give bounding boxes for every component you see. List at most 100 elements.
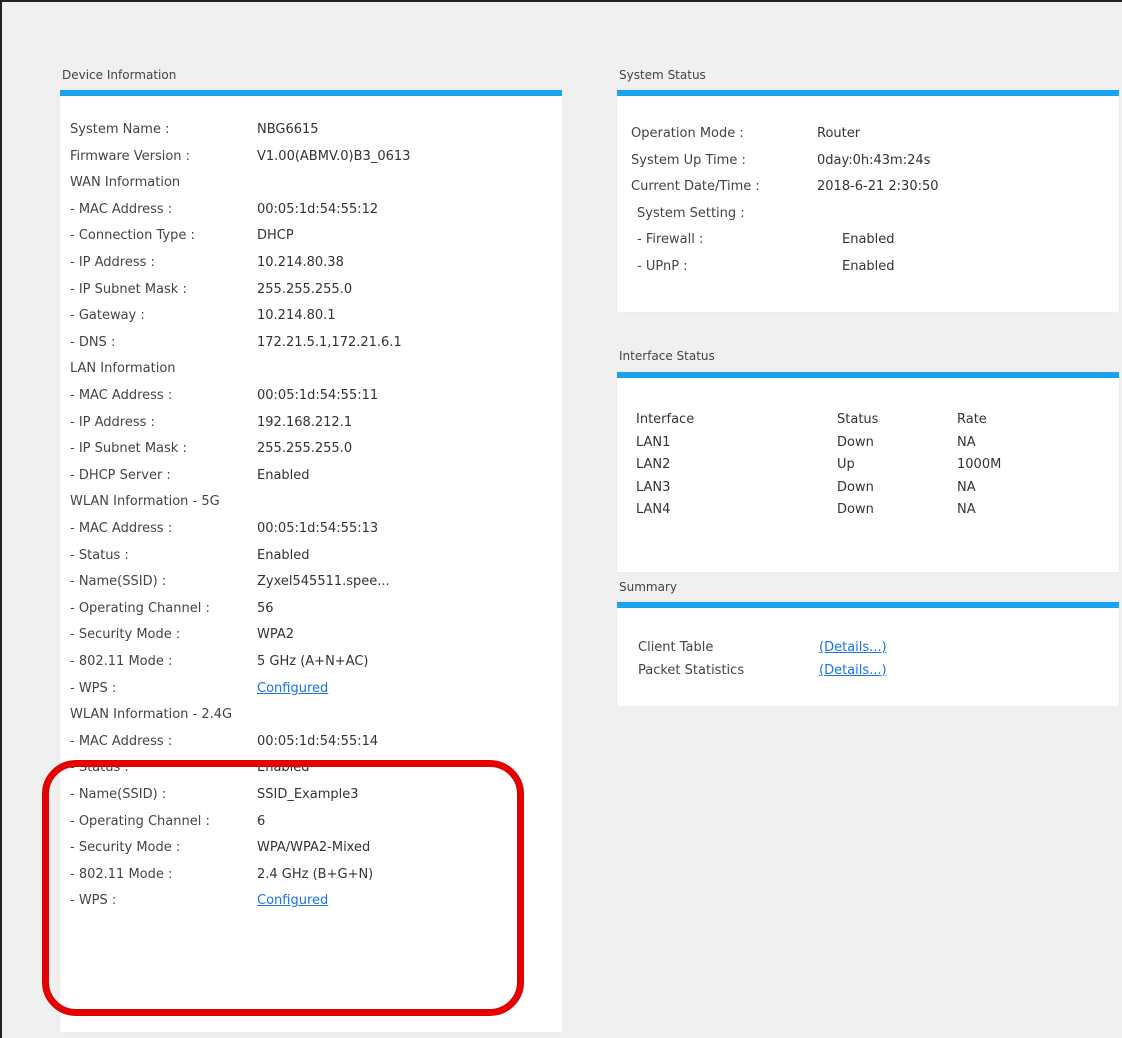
device-info-label: - IP Subnet Mask : <box>70 281 187 297</box>
device-info-label: - DHCP Server : <box>70 467 171 483</box>
device-info-row: - MAC Address : 00:05:1d:54:55:12 <box>60 198 562 222</box>
device-info-row: - Security Mode : WPA2 <box>60 623 562 647</box>
device-info-label: Firmware Version : <box>70 148 191 164</box>
table-cell: Down <box>837 502 874 518</box>
system-status-row: - Firewall : Enabled <box>617 228 1119 252</box>
device-info-row: - 802.11 Mode : 2.4 GHz (B+G+N) <box>60 863 562 887</box>
system-status-row: Operation Mode : Router <box>617 122 1119 146</box>
device-info-value: WPA/WPA2-Mixed <box>257 840 371 856</box>
system-status-label: - UPnP : <box>637 259 688 274</box>
device-info-label: LAN Information <box>70 361 176 377</box>
device-info-label: - Connection Type : <box>70 228 195 244</box>
device-info-value: 10.214.80.1 <box>257 308 336 324</box>
device-info-row: - MAC Address : 00:05:1d:54:55:13 <box>60 517 562 541</box>
device-info-row: - Security Mode : WPA/WPA2-Mixed <box>60 836 562 860</box>
system-status-value: 2018-6-21 2:30:50 <box>817 179 939 195</box>
wps-configured-link[interactable]: Configured <box>257 677 328 701</box>
device-info-value: 00:05:1d:54:55:11 <box>257 388 379 403</box>
wps-configured-link[interactable]: Configured <box>257 889 328 913</box>
device-info-value: Zyxel545511.spee... <box>257 574 390 590</box>
table-row: LAN2 Up 1000M <box>617 453 1119 477</box>
device-info-label: WLAN Information - 2.4G <box>70 707 233 723</box>
column-header-interface: Interface <box>636 412 695 427</box>
device-info-row: - Connection Type : DHCP <box>60 224 562 248</box>
device-info-row: - MAC Address : 00:05:1d:54:55:11 <box>60 384 562 408</box>
system-status-value: Enabled <box>842 259 895 274</box>
table-row: LAN3 Down NA <box>617 476 1119 500</box>
table-cell: 1000M <box>957 457 1002 473</box>
device-info-label: - MAC Address : <box>70 388 173 403</box>
device-info-value: 2.4 GHz (B+G+N) <box>257 866 374 882</box>
device-info-value: 56 <box>257 600 274 616</box>
device-info-value: 00:05:1d:54:55:14 <box>257 733 379 749</box>
device-info-value: NBG6615 <box>257 122 319 137</box>
table-cell: LAN1 <box>636 434 671 450</box>
device-info-row: - IP Address : 192.168.212.1 <box>60 411 562 435</box>
system-status-row: Current Date/Time : 2018-6-21 2:30:50 <box>617 175 1119 199</box>
device-info-row: - Name(SSID) : SSID_Example3 <box>60 783 562 807</box>
column-header-status: Status <box>837 412 879 427</box>
client-table-details-link[interactable]: (Details...) <box>819 636 887 660</box>
device-info-label: - IP Address : <box>70 255 155 270</box>
device-info-row: - WPS : Configured <box>60 889 562 913</box>
device-info-label: - Operating Channel : <box>70 600 210 616</box>
summary-panel: Client Table (Details...) Packet Statistic… <box>617 602 1119 706</box>
device-info-value: DHCP <box>257 228 294 244</box>
system-status-title: System Status <box>619 68 706 82</box>
system-status-value: Router <box>817 126 861 141</box>
table-row: LAN4 Down NA <box>617 498 1119 522</box>
table-cell: Down <box>837 434 874 450</box>
page-frame: Device Information System Name : NBG6615 F… <box>0 0 1122 1038</box>
device-info-label: - Name(SSID) : <box>70 574 167 590</box>
summary-title: Summary <box>619 580 677 594</box>
system-status-value: 0day:0h:43m:24s <box>817 152 931 168</box>
device-info-label: - Gateway : <box>70 308 145 324</box>
system-status-row: System Setting : <box>617 202 1119 226</box>
table-row: LAN1 Down NA <box>617 431 1119 455</box>
device-info-value: 00:05:1d:54:55:13 <box>257 521 379 536</box>
device-info-label: WAN Information <box>70 175 181 191</box>
device-info-label: - 802.11 Mode : <box>70 866 173 882</box>
device-info-row: System Name : NBG6615 <box>60 118 562 142</box>
summary-row: Client Table (Details...) <box>617 636 1119 660</box>
device-info-label: - Operating Channel : <box>70 813 210 829</box>
table-cell: LAN4 <box>636 502 671 518</box>
device-info-row: WAN Information <box>60 171 562 195</box>
device-info-value: 00:05:1d:54:55:12 <box>257 201 379 217</box>
device-info-title: Device Information <box>62 68 177 82</box>
summary-row: Packet Statistics (Details...) <box>617 659 1119 683</box>
device-info-panel: System Name : NBG6615 Firmware Version : V1… <box>60 90 562 1032</box>
device-info-label: - MAC Address : <box>70 521 173 536</box>
interface-table-header: Interface Status Rate <box>617 408 1119 432</box>
interface-status-panel: Interface Status Rate LAN1 Down NA LAN2 Up 1000M… <box>617 372 1119 572</box>
system-status-value: Enabled <box>842 232 895 248</box>
device-info-row: - Status : Enabled <box>60 544 562 568</box>
system-status-label: Current Date/Time : <box>631 179 760 195</box>
device-info-row: - DHCP Server : Enabled <box>60 464 562 488</box>
summary-label: Packet Statistics <box>638 662 745 678</box>
device-info-label: - WPS : <box>70 680 117 696</box>
interface-status-title: Interface Status <box>619 349 715 363</box>
packet-statistics-details-link[interactable]: (Details...) <box>819 659 887 683</box>
device-info-row: - Gateway : 10.214.80.1 <box>60 304 562 328</box>
device-info-row: - IP Subnet Mask : 255.255.255.0 <box>60 437 562 461</box>
device-info-label: - DNS : <box>70 334 116 350</box>
device-info-value: V1.00(ABMV.0)B3_0613 <box>257 148 411 164</box>
device-info-label: - MAC Address : <box>70 201 173 217</box>
device-info-row: - Operating Channel : 56 <box>60 597 562 621</box>
system-status-label: System Up Time : <box>631 152 746 168</box>
device-info-label: - MAC Address : <box>70 733 173 749</box>
system-status-label: System Setting : <box>637 205 745 221</box>
device-info-row: - Status : Enabled <box>60 756 562 780</box>
device-info-label: - IP Subnet Mask : <box>70 441 187 457</box>
table-cell: LAN2 <box>636 457 671 473</box>
device-info-row: LAN Information <box>60 357 562 381</box>
device-info-value: 6 <box>257 813 266 829</box>
table-cell: Down <box>837 479 874 495</box>
device-info-row: - MAC Address : 00:05:1d:54:55:14 <box>60 730 562 754</box>
device-info-value: 255.255.255.0 <box>257 441 353 457</box>
device-info-row: - Operating Channel : 6 <box>60 810 562 834</box>
device-info-value: 10.214.80.38 <box>257 255 344 270</box>
device-info-label: - Status : <box>70 760 129 776</box>
table-cell: NA <box>957 502 976 518</box>
